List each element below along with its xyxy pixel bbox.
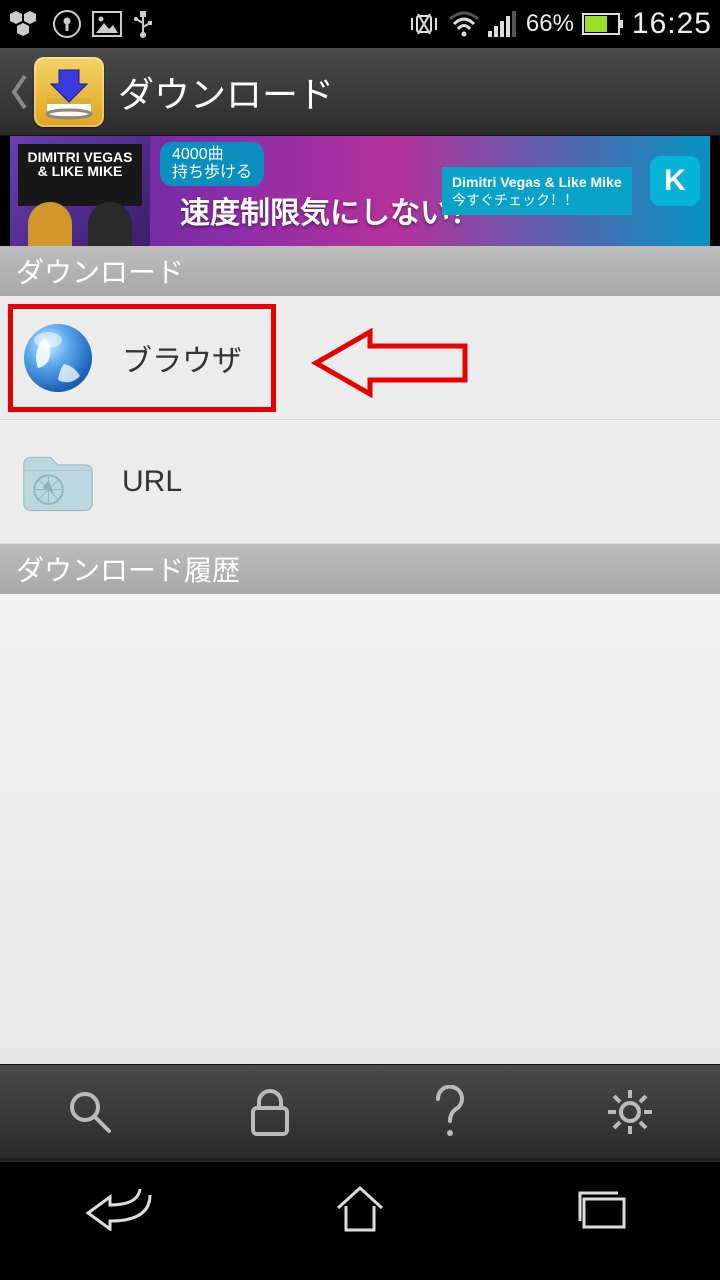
ad-pill-line1: 4000曲: [172, 146, 252, 164]
signal-icon: [488, 11, 518, 37]
section-history-header: ダウンロード履歴: [0, 544, 720, 594]
recent-apps-icon: [570, 1185, 630, 1231]
battery-percent: 66%: [526, 10, 574, 38]
status-right: 66% 16:25: [408, 7, 712, 41]
app-header: ダウンロード: [0, 48, 720, 136]
ad-album-text: DIMITRI VEGAS & LIKE MIKE: [18, 144, 142, 206]
toolbar-lock-button[interactable]: [180, 1065, 360, 1158]
nav-home-button[interactable]: [300, 1173, 420, 1243]
home-icon: [332, 1182, 388, 1234]
nav-recent-button[interactable]: [540, 1173, 660, 1243]
ad-pill-line2: 持ち歩ける: [172, 164, 252, 182]
nav-back-button[interactable]: [60, 1173, 180, 1243]
ad-album-art: DIMITRI VEGAS & LIKE MIKE: [10, 136, 150, 246]
ad-silhouettes: [20, 200, 140, 246]
ad-banner[interactable]: DIMITRI VEGAS & LIKE MIKE 4000曲 持ち歩ける 速度…: [10, 136, 710, 246]
ad-cta-line2: 今すぐチェック！！: [452, 191, 622, 209]
help-icon: [430, 1085, 470, 1139]
annotation-arrow-icon: [310, 328, 470, 398]
section-download-header: ダウンロード: [0, 246, 720, 296]
toolbar-search-button[interactable]: [0, 1065, 180, 1158]
download-list: ブラウザ URL: [0, 296, 720, 544]
lock-circle-icon: [52, 9, 82, 39]
toolbar-help-button[interactable]: [360, 1065, 540, 1158]
list-item-url-label: URL: [122, 465, 182, 499]
hex-cluster-icon: [8, 11, 42, 37]
globe-icon: [20, 320, 96, 396]
battery-icon: [582, 12, 624, 36]
empty-content-area: [0, 594, 720, 1064]
ad-headline: 速度制限気にしない！: [180, 188, 480, 232]
section-download-label: ダウンロード: [16, 251, 184, 291]
section-history-label: ダウンロード履歴: [16, 549, 240, 589]
ad-k-badge: K: [650, 156, 700, 206]
list-item-url[interactable]: URL: [0, 420, 720, 544]
gear-icon: [604, 1086, 656, 1138]
lock-icon: [247, 1086, 293, 1138]
vibrate-mute-icon: [408, 10, 440, 38]
folder-safari-icon: [20, 444, 96, 520]
status-bar: 66% 16:25: [0, 0, 720, 48]
wifi-icon: [448, 11, 480, 37]
back-arrow-icon: [80, 1185, 160, 1231]
app-logo-icon: [34, 57, 104, 127]
back-button[interactable]: [8, 48, 30, 136]
system-nav-bar: [0, 1158, 720, 1254]
bottom-toolbar: [0, 1064, 720, 1158]
ad-cta-line1: Dimitri Vegas & Like Mike: [452, 173, 622, 191]
list-item-browser-label: ブラウザ: [122, 336, 242, 380]
usb-icon: [132, 9, 154, 39]
toolbar-settings-button[interactable]: [540, 1065, 720, 1158]
status-clock: 16:25: [632, 7, 712, 41]
ad-pill: 4000曲 持ち歩ける: [160, 142, 264, 186]
picture-icon: [92, 11, 122, 37]
search-icon: [65, 1087, 115, 1137]
list-item-browser[interactable]: ブラウザ: [0, 296, 720, 420]
status-left: [8, 9, 154, 39]
header-title: ダウンロード: [118, 66, 334, 118]
ad-cta: Dimitri Vegas & Like Mike 今すぐチェック！！: [442, 167, 632, 215]
